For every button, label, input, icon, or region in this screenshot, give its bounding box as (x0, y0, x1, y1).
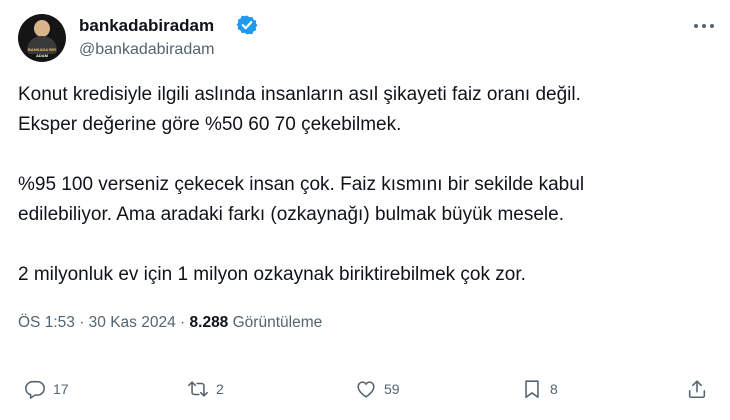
reply-count: 17 (53, 381, 69, 397)
more-options-icon[interactable] (688, 14, 720, 36)
avatar-caption-bottom: ADAM (36, 53, 48, 58)
avatar-head (34, 20, 50, 37)
tweet-line: %95 100 verseniz çekecek insan çok. Faiz… (18, 174, 585, 195)
reply-icon (25, 380, 45, 399)
meta-separator: · (79, 314, 85, 331)
tweet-time[interactable]: ÖS 1:53 (18, 314, 75, 331)
display-name[interactable]: bankadabiradam (79, 16, 214, 36)
like-count: 59 (384, 381, 400, 397)
tweet-line: 2 milyonluk ev için 1 milyon ozkaynak bi… (18, 264, 526, 285)
tweet-line: edilebiliyor. Ama aradaki farkı (ozkayna… (18, 204, 564, 225)
avatar-caption-top: BANKADA BIR (27, 47, 57, 52)
like-button[interactable]: 59 (355, 376, 400, 402)
verified-badge-icon[interactable] (236, 14, 258, 36)
share-button[interactable] (686, 376, 708, 402)
retweet-icon (188, 381, 208, 397)
reply-button[interactable]: 17 (24, 376, 69, 402)
bookmark-icon (525, 380, 539, 399)
meta-separator: · (180, 314, 186, 331)
heart-icon (357, 381, 375, 398)
action-bar: 17 2 59 8 (0, 372, 730, 406)
views-label: Görüntüleme (232, 314, 323, 331)
retweet-count: 2 (216, 381, 224, 397)
views-count: 8.288 (189, 314, 229, 331)
tweet-line: Eksper değerine göre %50 60 70 çekebilme… (18, 114, 402, 135)
avatar[interactable]: BANKADA BIR ADAM (18, 14, 66, 62)
tweet-line: Konut kredisiyle ilgili aslında insanlar… (18, 84, 581, 105)
tweet-date[interactable]: 30 Kas 2024 (89, 314, 176, 331)
tweet-meta: ÖS 1:53 · 30 Kas 2024 · 8.288 Görüntülem… (18, 314, 322, 332)
tweet-text: Konut kredisiyle ilgili aslında insanlar… (18, 80, 708, 290)
share-icon (688, 380, 706, 399)
bookmark-button[interactable]: 8 (521, 376, 558, 402)
bookmark-count: 8 (550, 381, 558, 397)
retweet-button[interactable]: 2 (187, 376, 224, 402)
user-handle[interactable]: @bankadabiradam (79, 41, 214, 59)
